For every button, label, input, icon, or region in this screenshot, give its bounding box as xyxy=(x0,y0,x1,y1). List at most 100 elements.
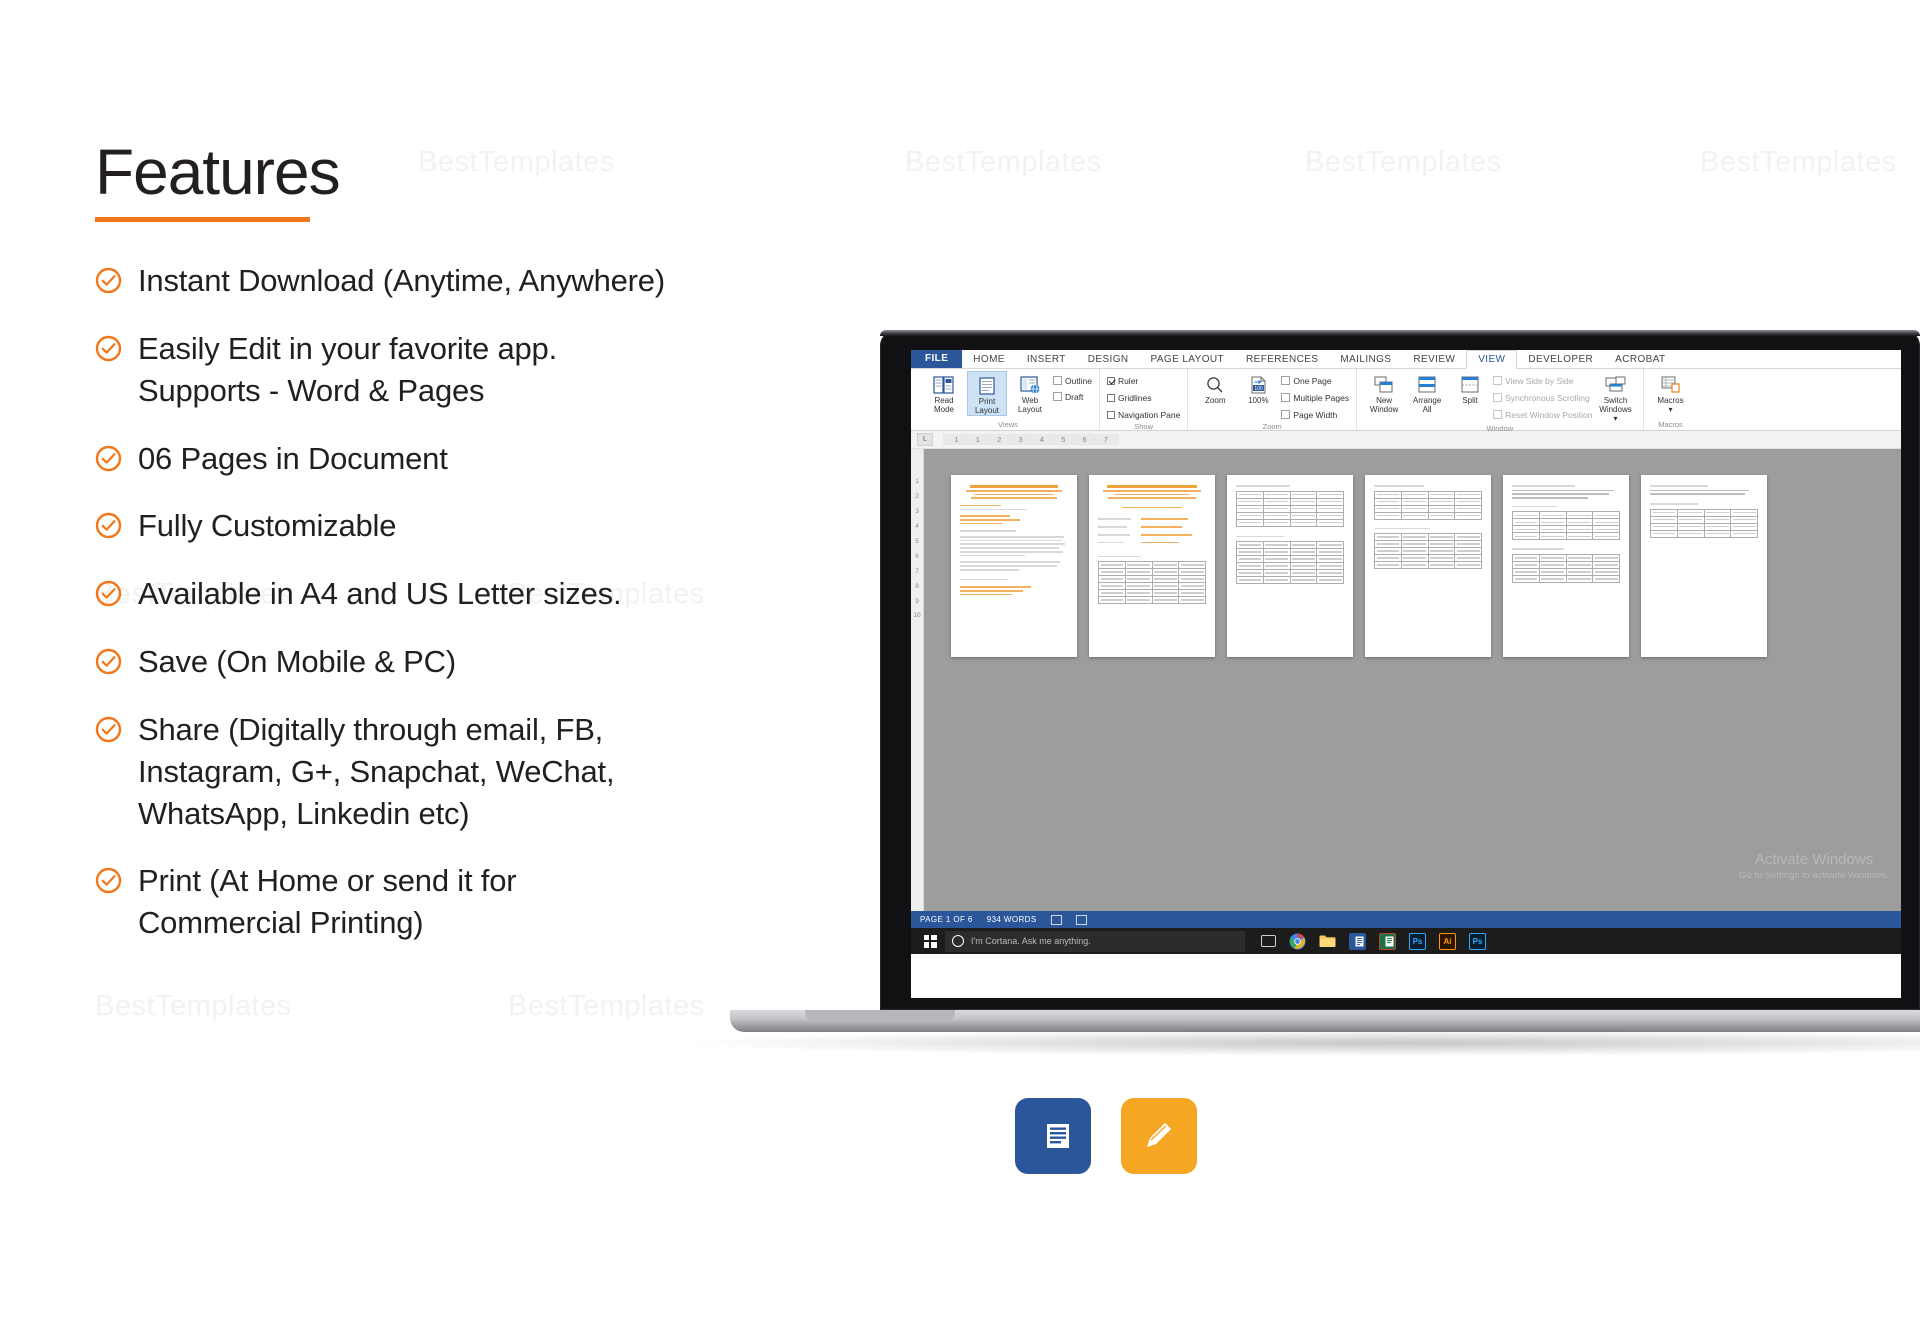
new-window-button[interactable]: New Window xyxy=(1364,371,1404,414)
chrome-icon[interactable] xyxy=(1289,933,1306,950)
ruler-tick: 1 xyxy=(954,435,959,444)
document-page-thumbnail[interactable] xyxy=(1503,475,1629,657)
photoshop-2-label: Ps xyxy=(1472,936,1483,946)
windows-taskbar[interactable]: I'm Cortana. Ask me anything. Ps Ai Ps xyxy=(911,928,1901,954)
navigation-pane-checkbox[interactable]: Navigation Pane xyxy=(1106,407,1181,422)
ribbon-tab-insert[interactable]: INSERT xyxy=(1016,351,1077,368)
zoom-100-button[interactable]: 100 100% xyxy=(1238,371,1278,405)
draft-label: Draft xyxy=(1065,391,1084,402)
ribbon-tab-acrobat[interactable]: ACROBAT xyxy=(1604,351,1676,368)
mini-table xyxy=(1374,490,1482,520)
view-side-by-side-button[interactable]: View Side by Side xyxy=(1493,373,1592,388)
ruler-tick: 4 xyxy=(1039,435,1044,444)
task-view-icon[interactable] xyxy=(1261,935,1276,947)
gridlines-checkbox[interactable]: Gridlines xyxy=(1106,390,1180,405)
arrange-all-label-1: Arrange xyxy=(1412,396,1442,405)
illustrator-taskbar-icon[interactable]: Ai xyxy=(1439,932,1456,950)
vertical-ruler-tick: 1 xyxy=(915,478,919,485)
draft-button[interactable]: Draft xyxy=(1053,389,1092,404)
reset-window-position-button[interactable]: Reset Window Position xyxy=(1493,407,1593,422)
word-taskbar-icon[interactable] xyxy=(1349,932,1366,950)
feature-label: Available in A4 and US Letter sizes. xyxy=(138,576,622,612)
ribbon-tab-review[interactable]: REVIEW xyxy=(1402,351,1466,368)
start-button[interactable] xyxy=(915,934,945,948)
ribbon-tab-developer[interactable]: DEVELOPER xyxy=(1517,351,1604,368)
document-page-thumbnail[interactable] xyxy=(1227,475,1353,657)
proofing-icon[interactable] xyxy=(1050,914,1062,925)
multiple-pages-label: Multiple Pages xyxy=(1293,392,1350,403)
ribbon-tab-file[interactable]: FILE xyxy=(911,350,963,368)
ribbon-group-show: Ruler Gridlines Navigation Pane Show xyxy=(1100,369,1189,431)
synchronous-scrolling-button[interactable]: Synchronous Scrolling xyxy=(1493,390,1592,405)
reading-stats-icon[interactable] xyxy=(1075,914,1087,925)
print-layout-label-1: Print xyxy=(978,397,996,406)
tab-stop-selector[interactable]: L xyxy=(917,433,933,446)
reset-window-icon xyxy=(1493,410,1503,419)
zoom-button[interactable]: Zoom xyxy=(1195,371,1235,405)
ribbon-tab-design[interactable]: DESIGN xyxy=(1077,351,1140,368)
switch-windows-label-line1: Switch xyxy=(1603,396,1628,405)
new-window-label-1: New xyxy=(1376,396,1393,405)
status-bar[interactable]: PAGE 1 OF 6 934 WORDS xyxy=(911,911,1901,928)
multiple-pages-button[interactable]: Multiple Pages xyxy=(1281,390,1349,405)
read-mode-button[interactable]: Read Mode xyxy=(924,371,964,414)
one-page-button[interactable]: One Page xyxy=(1281,373,1349,388)
document-page-thumbnail[interactable] xyxy=(951,475,1077,657)
page-width-button[interactable]: Page Width xyxy=(1281,407,1349,422)
photoshop-label: Ps xyxy=(1412,936,1423,946)
photoshop-taskbar-icon[interactable]: Ps xyxy=(1409,932,1426,950)
cortana-search-box[interactable]: I'm Cortana. Ask me anything. xyxy=(945,930,1245,952)
ruler-checkbox[interactable]: Ruler xyxy=(1106,373,1180,388)
split-button[interactable]: Split xyxy=(1450,371,1490,405)
activate-windows-watermark: Activate Windows Go to Settings to activ… xyxy=(1739,851,1889,881)
read-mode-label-2: Mode xyxy=(933,405,954,415)
document-canvas[interactable]: 1 2 3 4 5 6 7 8 9 10 Activate Windows Go… xyxy=(911,449,1901,911)
photoshop-2-taskbar-icon[interactable]: Ps xyxy=(1469,932,1486,950)
switch-windows-button[interactable]: Macros Switch Windows ▾ xyxy=(1596,371,1636,424)
ribbon-tab-bar[interactable]: FILE HOME INSERT DESIGN PAGE LAYOUT REFERENCE… xyxy=(911,350,1901,369)
document-page-thumbnail[interactable] xyxy=(1641,475,1767,657)
macros-icon xyxy=(1661,373,1681,396)
powerpoint-taskbar-icon[interactable] xyxy=(1379,932,1396,950)
feature-label: 06 Pages in Document xyxy=(138,440,448,476)
print-layout-button[interactable]: Print Layout xyxy=(967,371,1007,417)
file-explorer-icon[interactable] xyxy=(1319,933,1336,950)
ribbon-tab-page-layout[interactable]: PAGE LAYOUT xyxy=(1140,351,1236,368)
ribbon-tab-references[interactable]: REFERENCES xyxy=(1235,351,1329,368)
read-mode-label-1: Read xyxy=(934,396,954,405)
vertical-ruler: 1 2 3 4 5 6 7 8 9 10 xyxy=(911,449,924,911)
outline-icon xyxy=(1053,376,1062,385)
word-count[interactable]: 934 WORDS xyxy=(987,915,1037,924)
vertical-ruler-tick: 5 xyxy=(915,537,919,545)
show-checkbox-list: Ruler Gridlines Navigation Pane xyxy=(1106,371,1181,422)
laptop-notch xyxy=(805,1010,955,1021)
ribbon-tab-view[interactable]: VIEW xyxy=(1466,350,1518,369)
horizontal-ruler[interactable]: L 1 · 1 · 2 · 3 · 4 · 5 · 6 · 7 xyxy=(911,431,1901,449)
mini-table xyxy=(1512,553,1620,583)
cortana-placeholder: I'm Cortana. Ask me anything. xyxy=(971,936,1091,946)
feature-item: Fully Customizable xyxy=(95,505,835,547)
ribbon-tab-mailings[interactable]: MAILINGS xyxy=(1329,351,1402,368)
document-page-thumbnail[interactable] xyxy=(1089,475,1215,657)
document-page-thumbnail[interactable] xyxy=(1365,475,1491,657)
vertical-ruler-tick: 10 xyxy=(913,612,921,620)
macros-button[interactable]: Macros ▾ xyxy=(1651,371,1691,414)
ruler-tick: 2 xyxy=(997,435,1002,444)
ribbon[interactable]: Read Mode Print Layout Web Layout Outlin… xyxy=(911,369,1901,433)
arrange-all-button[interactable]: Arrange All xyxy=(1407,371,1447,414)
check-circle-icon xyxy=(95,512,122,539)
page-indicator[interactable]: PAGE 1 OF 6 xyxy=(920,915,973,924)
mini-table xyxy=(1236,490,1344,527)
feature-label: Share (Digitally through email, FB, Insta… xyxy=(138,711,615,831)
page-width-icon xyxy=(1281,410,1291,419)
reset-window-position-label: Reset Window Position xyxy=(1505,409,1593,420)
check-circle-icon xyxy=(95,580,122,607)
new-window-icon xyxy=(1374,373,1394,396)
ribbon-tab-home[interactable]: HOME xyxy=(962,351,1016,368)
zoom-label: Zoom xyxy=(1205,396,1226,405)
windows-logo-icon xyxy=(923,934,937,948)
web-layout-button[interactable]: Web Layout xyxy=(1010,371,1050,414)
macros-label-2: ▾ xyxy=(1668,405,1673,415)
outline-button[interactable]: Outline xyxy=(1053,373,1092,388)
navigation-pane-label: Navigation Pane xyxy=(1117,409,1181,420)
